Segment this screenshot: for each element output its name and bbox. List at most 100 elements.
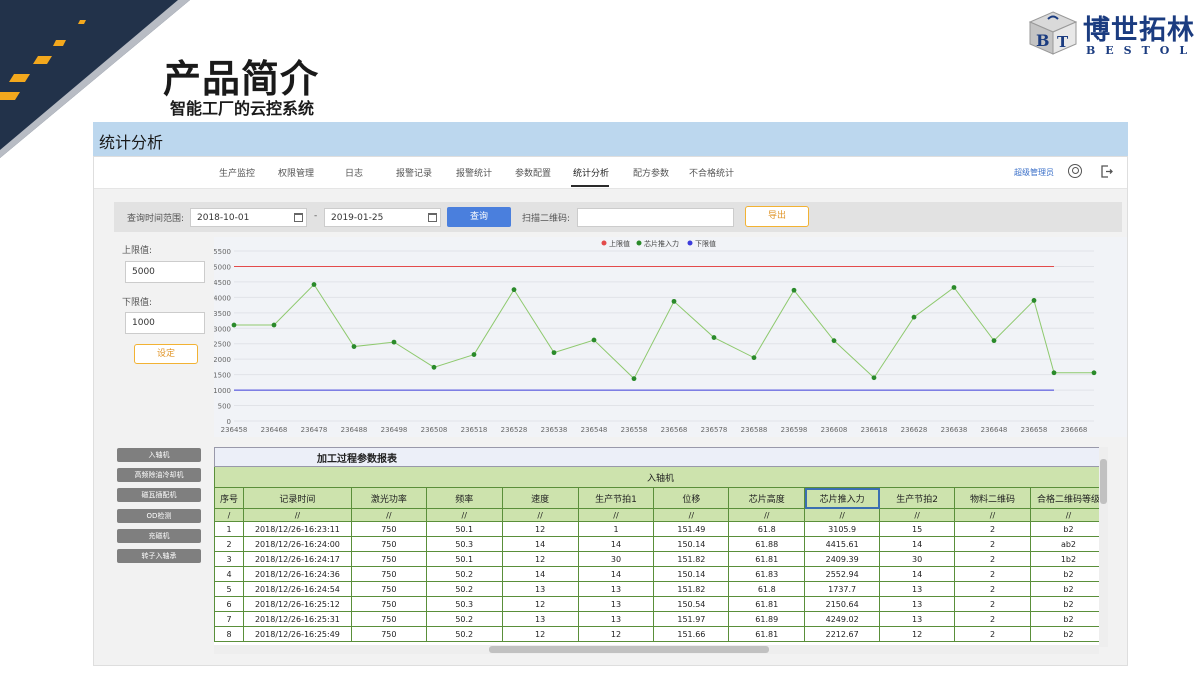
lower-limit-input[interactable]: 1000 (125, 312, 205, 334)
push-force-point (311, 282, 317, 287)
report-group: 入轴机 (214, 466, 1107, 488)
x-tick-label: 236518 (461, 426, 488, 434)
qr-code-input[interactable] (577, 208, 734, 227)
nav-item-defect-stats[interactable]: 不合格统计 (689, 166, 734, 179)
x-tick-label: 236588 (741, 426, 768, 434)
table-cell: b2 (1029, 626, 1107, 642)
logout-icon[interactable] (1101, 165, 1113, 178)
nav-item-alarm-stats[interactable]: 报警统计 (456, 166, 492, 179)
table-row[interactable]: 2 2018/12/26-16:24:00 750 50.3 14 14 150.14 61.… (214, 536, 1107, 552)
table-cell: 2 (954, 596, 1031, 612)
chart-panel: 0 500 1000 1500 2000 2500 3000 3500 4000 4500 5000… (214, 237, 1127, 437)
table-cell: 2 (954, 581, 1031, 597)
station-button-magnet-tile[interactable]: 磁瓦插配机 (117, 488, 201, 502)
table-cell: b2 (1029, 521, 1107, 537)
table-cell: 1 (577, 521, 655, 537)
section-bar: 统计分析 (93, 122, 1128, 156)
vertical-scroll-thumb[interactable] (1100, 459, 1107, 504)
user-icon[interactable] (1068, 164, 1082, 178)
vertical-scrollbar[interactable] (1099, 447, 1108, 647)
table-row[interactable]: 1 2018/12/26-16:23:11 750 50.1 12 1 151.49 61.8… (214, 521, 1107, 537)
table-cell: 2 (954, 626, 1031, 642)
table-cell: 151.66 (653, 626, 730, 642)
horizontal-scrollbar[interactable] (214, 645, 1099, 654)
column-header[interactable]: 速度 (501, 487, 579, 509)
table-cell: 4 (214, 566, 244, 582)
calendar-icon[interactable] (294, 213, 303, 222)
nav-item-log[interactable]: 日志 (345, 166, 363, 179)
column-header[interactable]: 合格二维码等级 (1029, 487, 1107, 509)
x-tick-label: 236528 (501, 426, 528, 434)
push-force-point (1091, 370, 1097, 376)
push-force-point (911, 314, 917, 320)
table-row[interactable]: 6 2018/12/26-16:25:12 750 50.3 12 13 150.54 61.… (214, 596, 1107, 612)
column-header[interactable]: 生产节拍2 (879, 487, 956, 509)
table-cell: b2 (1029, 596, 1107, 612)
table-cell: 14 (577, 566, 655, 582)
table-row[interactable]: 4 2018/12/26-16:24:36 750 50.2 14 14 150.14 61.… (214, 566, 1107, 582)
table-cell: 13 (577, 581, 655, 597)
table-cell: 30 (879, 551, 956, 567)
column-header[interactable]: 频率 (425, 487, 503, 509)
station-button-shaft-insert[interactable]: 入轴机 (117, 448, 201, 462)
table-cell: 2212.67 (804, 626, 881, 642)
column-header[interactable]: 芯片高度 (728, 487, 806, 509)
calendar-icon[interactable] (428, 213, 437, 222)
set-limits-button[interactable]: 设定 (134, 344, 198, 364)
table-cell: 750 (350, 566, 427, 582)
legend-marker (601, 240, 607, 246)
column-header[interactable]: 位移 (653, 487, 730, 509)
table-cell: 2 (954, 536, 1031, 552)
push-force-point (351, 344, 357, 349)
station-button-od-inspection[interactable]: OD检测 (117, 509, 201, 523)
user-name[interactable]: 超级管理员 (1014, 167, 1054, 178)
table-cell: 61.81 (728, 626, 806, 642)
station-button-degrease-cooling[interactable]: 高频除油冷却机 (117, 468, 201, 482)
export-button[interactable]: 导出 (745, 206, 809, 227)
table-cell: 50.1 (425, 551, 503, 567)
upper-limit-input[interactable]: 5000 (125, 261, 205, 283)
column-header[interactable]: 序号 (214, 487, 244, 509)
column-header[interactable]: 记录时间 (242, 487, 352, 509)
table-row[interactable]: 5 2018/12/26-16:24:54 750 50.2 13 13 151.82 61.… (214, 581, 1107, 597)
table-cell: 750 (350, 626, 427, 642)
nav-item-permissions[interactable]: 权限管理 (278, 166, 314, 179)
column-header[interactable]: 芯片推入力 (804, 487, 881, 509)
table-cell: 150.54 (653, 596, 730, 612)
nav-item-param-config[interactable]: 参数配置 (515, 166, 551, 179)
column-header[interactable]: 生产节拍1 (577, 487, 655, 509)
end-date-input[interactable]: 2019-01-25 (324, 208, 441, 227)
lower-limit-label: 下限值: (122, 298, 153, 308)
nav-item-alarm-records[interactable]: 报警记录 (396, 166, 432, 179)
x-tick-label: 236648 (981, 426, 1008, 434)
legend-marker (687, 240, 693, 246)
push-force-point (551, 350, 557, 356)
upper-limit-label: 上限值: (122, 246, 153, 256)
horizontal-scroll-thumb[interactable] (489, 646, 769, 653)
query-button[interactable]: 查询 (447, 207, 511, 227)
y-tick-label: 1500 (214, 372, 231, 380)
logo-text: 博世拓林 (1083, 15, 1195, 46)
x-tick-label: 236498 (381, 426, 408, 434)
nav-item-recipe-params[interactable]: 配方参数 (633, 166, 669, 179)
x-tick-label: 236628 (901, 426, 928, 434)
station-button-magnetizer[interactable]: 充磁机 (117, 529, 201, 543)
table-cell: 5 (214, 581, 244, 597)
end-date-value: 2019-01-25 (331, 213, 384, 223)
column-header[interactable]: 激光功率 (350, 487, 427, 509)
table-cell: 61.83 (728, 566, 806, 582)
table-row[interactable]: 7 2018/12/26-16:25:31 750 50.2 13 13 151.97 61.… (214, 611, 1107, 627)
table-cell: 2018/12/26-16:25:12 (242, 596, 352, 612)
x-tick-label: 236668 (1061, 426, 1088, 434)
table-cell: 50.2 (425, 581, 503, 597)
table-cell: 12 (501, 521, 579, 537)
nav-item-statistics[interactable]: 统计分析 (573, 166, 609, 179)
table-cell: 50.2 (425, 566, 503, 582)
table-row[interactable]: 8 2018/12/26-16:25:49 750 50.2 12 12 151.66 61.… (214, 626, 1107, 642)
nav-item-production-monitor[interactable]: 生产监控 (219, 166, 255, 179)
start-date-input[interactable]: 2018-10-01 (190, 208, 307, 227)
station-button-rotor-bearing[interactable]: 转子入轴承 (117, 549, 201, 563)
table-cell: 12 (501, 626, 579, 642)
column-header[interactable]: 物料二维码 (954, 487, 1031, 509)
table-row[interactable]: 3 2018/12/26-16:24:17 750 50.1 12 30 151.82 61.… (214, 551, 1107, 567)
